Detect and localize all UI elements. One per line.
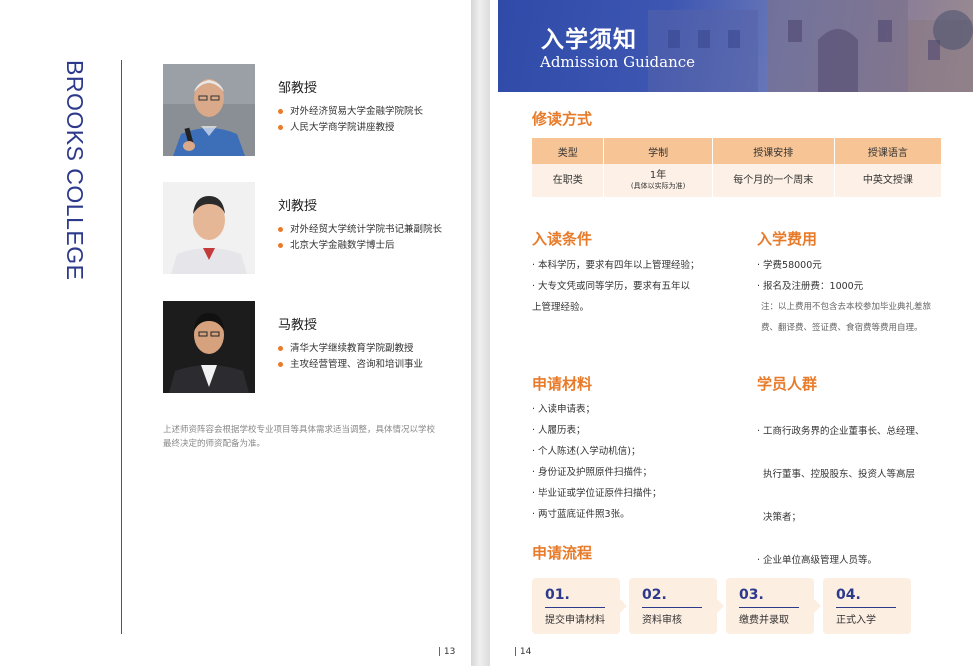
header-banner: 入学须知 Admission Guidance xyxy=(498,0,973,92)
duration-note: (具体以实际为准) xyxy=(630,182,686,190)
table-cell: 1年 (具体以实际为准) xyxy=(603,164,713,197)
step-underline xyxy=(739,607,799,608)
page-number: | 14 xyxy=(514,647,532,657)
credential-text: 北京大学金融数学博士后 xyxy=(290,240,395,251)
professor-credentials: 清华大学继续教育学院副教授 主攻经营管理、咨询和培训事业 xyxy=(278,341,443,373)
step-arrow xyxy=(620,599,627,613)
step-arrow xyxy=(717,599,724,613)
bullet-dot xyxy=(278,346,283,351)
process-step-3: 03. 缴费并录取 xyxy=(726,578,821,634)
requirements-heading: 入读条件 xyxy=(532,230,593,248)
credential-item: 对外经济贸易大学金融学院院长 xyxy=(278,104,443,119)
list-item: 执行董事、控股股东、投资人等高层 xyxy=(757,469,916,480)
professor-name: 马教授 xyxy=(278,318,318,333)
audience-list: · 工商行政务界的企业董事长、总经理、 执行董事、控股股东、投资人等高层 决策者… xyxy=(757,399,957,593)
step-underline xyxy=(836,607,896,608)
step-number: 03. xyxy=(739,587,764,603)
step-arrow xyxy=(814,599,821,613)
list-item: · 本科学历，要求有四年以上管理经验； xyxy=(532,260,700,271)
fees-note: 注：以上费用不包含去本校参加毕业典礼差旅费、翻译费、签证费、食宿费等费用自理。 xyxy=(761,302,932,333)
credential-item: 对外经贸大学统计学院书记兼副院长 xyxy=(278,222,443,237)
materials-heading: 申请材料 xyxy=(532,375,593,393)
list-item: · 大专文凭或同等学历，要求有五年以 xyxy=(532,281,691,292)
audience-heading: 学员人群 xyxy=(757,375,818,393)
list-item: · 毕业证或学位证原件扫描件； xyxy=(532,488,662,499)
bullet-dot xyxy=(278,109,283,114)
banner-subtitle: Admission Guidance xyxy=(540,53,696,71)
step-label: 资料审核 xyxy=(642,615,682,626)
table-header-cell: 学制 xyxy=(603,138,713,164)
professor-photo-2 xyxy=(163,182,255,274)
professor-photo-1 xyxy=(163,64,255,156)
list-item: · 工商行政务界的企业董事长、总经理、 xyxy=(757,426,925,437)
credential-item: 清华大学继续教育学院副教授 xyxy=(278,341,443,356)
table-header-cell: 授课语言 xyxy=(834,138,941,164)
step-number: 02. xyxy=(642,587,667,603)
brand-text: BROOKS COLLEGE xyxy=(62,60,88,281)
credential-text: 清华大学继续教育学院副教授 xyxy=(290,343,414,354)
credential-text: 对外经贸大学统计学院书记兼副院长 xyxy=(290,224,443,235)
vertical-divider xyxy=(121,60,122,634)
process-step-2: 02. 资料审核 xyxy=(629,578,724,634)
credential-text: 人民大学商学院讲座教授 xyxy=(290,122,395,133)
process-steps: 01. 提交申请材料 02. 资料审核 03. 缴费并录取 04. 正式入学 xyxy=(532,578,932,634)
table-header-row: 类型 学制 授课安排 授课语言 xyxy=(532,138,941,164)
book-gutter xyxy=(471,0,490,666)
step-number: 04. xyxy=(836,587,861,603)
process-step-1: 01. 提交申请材料 xyxy=(532,578,627,634)
credential-item: 人民大学商学院讲座教授 xyxy=(278,120,443,135)
study-mode-table: 类型 学制 授课安排 授课语言 在职类 1年 (具体以实际为准) 每个月的一个周… xyxy=(532,138,941,197)
faculty-note: 上述师资阵容会根据学校专业项目等具体需求适当调整，具体情况以学校最终决定的师资配… xyxy=(163,425,436,449)
list-item: · 学费58000元 xyxy=(757,260,822,271)
table-header-cell: 类型 xyxy=(532,138,605,164)
step-underline xyxy=(545,607,605,608)
credential-item: 北京大学金融数学博士后 xyxy=(278,238,443,253)
fees-list: · 学费58000元 · 报名及注册费：1000元 注：以上费用不包含去本校参加… xyxy=(757,255,942,339)
professor-credentials: 对外经济贸易大学金融学院院长 人民大学商学院讲座教授 xyxy=(278,104,443,136)
professor-photo-3 xyxy=(163,301,255,393)
table-cell: 中英文授课 xyxy=(834,164,941,197)
bullet-dot xyxy=(278,227,283,232)
list-item: · 企业单位高级管理人员等。 xyxy=(757,555,878,566)
materials-list: · 入读申请表； · 人履历表； · 个人陈述(入学动机信)； · 身份证及护照… xyxy=(532,399,732,525)
process-heading: 申请流程 xyxy=(532,544,593,562)
requirements-list: · 本科学历，要求有四年以上管理经验； · 大专文凭或同等学历，要求有五年以 上… xyxy=(532,255,732,318)
table-row: 在职类 1年 (具体以实际为准) 每个月的一个周末 中英文授课 xyxy=(532,164,941,197)
study-mode-heading: 修读方式 xyxy=(532,110,593,128)
professor-name: 邹教授 xyxy=(278,81,318,96)
list-item: · 个人陈述(入学动机信)； xyxy=(532,446,641,457)
list-item: · 报名及注册费：1000元 xyxy=(757,281,864,292)
step-underline xyxy=(642,607,702,608)
credential-text: 对外经济贸易大学金融学院院长 xyxy=(290,106,424,117)
bullet-dot xyxy=(278,125,283,130)
bullet-dot xyxy=(278,362,283,367)
right-page: 入学须知 Admission Guidance 修读方式 类型 学制 授课安排 … xyxy=(490,0,973,666)
left-page: BROOKS COLLEGE 邹教授 对外经济贸易大学金融学院院长 人民大学商学… xyxy=(0,0,471,666)
list-item: · 两寸蓝底证件照3张。 xyxy=(532,509,630,520)
step-number: 01. xyxy=(545,587,570,603)
credential-item: 主攻经营管理、咨询和培训事业 xyxy=(278,357,443,372)
list-item: · 人履历表； xyxy=(532,425,586,436)
step-label: 缴费并录取 xyxy=(739,615,789,626)
step-label: 正式入学 xyxy=(836,615,876,626)
list-item: · 入读申请表； xyxy=(532,404,596,415)
credential-text: 主攻经营管理、咨询和培训事业 xyxy=(290,359,424,370)
professor-credentials: 对外经贸大学统计学院书记兼副院长 北京大学金融数学博士后 xyxy=(278,222,443,254)
list-item: 上管理经验。 xyxy=(532,302,590,313)
table-cell: 在职类 xyxy=(532,164,605,197)
list-item: · 身份证及护照原件扫描件； xyxy=(532,467,653,478)
list-item: 决策者； xyxy=(757,512,802,523)
banner-title: 入学须知 xyxy=(541,27,637,53)
table-header-cell: 授课安排 xyxy=(712,138,835,164)
fees-heading: 入学费用 xyxy=(757,230,818,248)
brand-vertical-title: BROOKS COLLEGE xyxy=(58,60,98,280)
page-number: | 13 xyxy=(438,647,456,657)
professor-name: 刘教授 xyxy=(278,199,318,214)
process-step-4: 04. 正式入学 xyxy=(823,578,911,634)
duration-value: 1年 xyxy=(649,170,667,181)
table-cell: 每个月的一个周末 xyxy=(712,164,835,197)
bullet-dot xyxy=(278,243,283,248)
step-label: 提交申请材料 xyxy=(545,615,605,626)
